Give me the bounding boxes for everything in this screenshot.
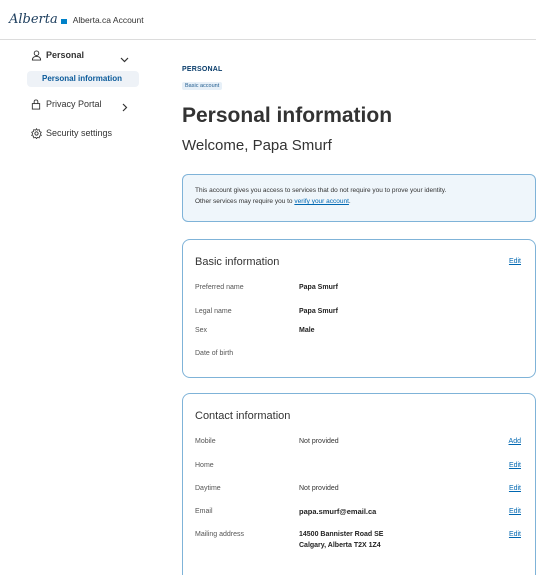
row-label: Preferred name <box>195 284 244 291</box>
page-title: Personal information <box>182 104 393 127</box>
sidebar-item-label: Security settings <box>46 128 113 138</box>
sidebar-item-security-settings[interactable]: Security settings <box>30 127 112 139</box>
card-title: Contact information <box>195 410 291 422</box>
lock-icon <box>30 98 42 110</box>
gear-icon <box>30 127 42 139</box>
mobile-value: Not provided <box>299 438 339 445</box>
row-label: Mailing address <box>195 531 245 538</box>
contact-information-card: Contact information Mobile Not provided … <box>182 393 536 575</box>
address-line-2: Calgary, Alberta T2X 1Z4 <box>299 542 381 549</box>
account-type-badge: Basic account <box>182 82 223 90</box>
row-label: Email <box>195 508 213 515</box>
row-label: Date of birth <box>195 350 234 357</box>
row-label: Sex <box>195 327 208 334</box>
legal-name-value: Papa Smurf <box>299 308 338 315</box>
welcome-message: Welcome, Papa Smurf <box>182 137 332 154</box>
basic-information-card: Basic information Edit Preferred name Pa… <box>182 239 536 378</box>
logo-text: Alberta <box>9 12 58 27</box>
row-label: Mobile <box>195 438 216 445</box>
edit-daytime-link[interactable]: Edit <box>509 485 521 492</box>
top-bar: Alberta Alberta.ca Account <box>0 0 536 40</box>
account-notice: This account gives you access to service… <box>182 174 536 222</box>
sidebar-item-privacy-portal[interactable]: Privacy Portal <box>30 98 102 110</box>
daytime-value: Not provided <box>299 485 339 492</box>
chevron-right-icon[interactable] <box>122 99 128 117</box>
edit-mailing-address-link[interactable]: Edit <box>509 531 521 538</box>
person-icon <box>30 49 42 61</box>
row-label: Home <box>195 462 214 469</box>
verify-account-link[interactable]: verify your account <box>294 198 349 205</box>
edit-email-link[interactable]: Edit <box>509 508 521 515</box>
app-title: Alberta.ca Account <box>72 14 144 25</box>
mailing-address-value: 14500 Bannister Road SE Calgary, Alberta… <box>299 531 383 549</box>
chevron-down-icon[interactable] <box>120 50 129 68</box>
sidebar-item-label: Personal <box>46 50 85 60</box>
logo-mark-icon <box>60 19 67 24</box>
email-value: papa.smurf@email.ca <box>299 507 377 516</box>
sex-value: Male <box>299 327 315 334</box>
sidebar-item-label: Privacy Portal <box>46 99 102 109</box>
notice-line-2-suffix: . <box>348 198 351 205</box>
section-eyebrow: PERSONAL <box>182 66 223 73</box>
edit-home-link[interactable]: Edit <box>509 462 521 469</box>
row-label: Legal name <box>195 308 232 315</box>
preferred-name-value: Papa Smurf <box>299 284 338 291</box>
edit-basic-info-link[interactable]: Edit <box>509 258 521 265</box>
card-title: Basic information <box>195 256 280 268</box>
row-label: Daytime <box>195 485 221 492</box>
alberta-logo[interactable]: Alberta <box>9 12 67 27</box>
sidebar-item-personal[interactable]: Personal <box>30 49 84 61</box>
notice-line-2-prefix: Other services may require you to <box>195 198 295 205</box>
add-mobile-link[interactable]: Add <box>509 438 521 445</box>
address-line-1: 14500 Bannister Road SE <box>299 531 384 538</box>
sidebar-item-personal-information[interactable]: Personal information <box>27 71 139 87</box>
notice-line-1: This account gives you access to service… <box>195 187 447 194</box>
